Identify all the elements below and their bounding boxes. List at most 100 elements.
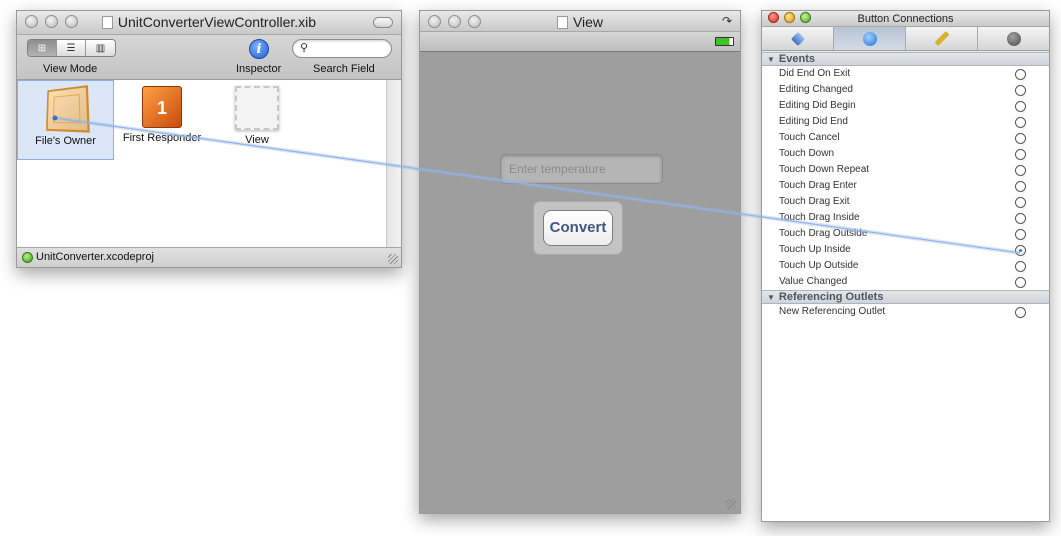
- connection-row[interactable]: Touch Down: [762, 146, 1049, 162]
- object-label: View: [245, 134, 269, 146]
- connection-label: Touch Down Repeat: [779, 164, 870, 175]
- connection-label: Touch Drag Exit: [779, 196, 850, 207]
- tab-attributes[interactable]: [762, 27, 834, 50]
- identity-icon: [1006, 31, 1021, 46]
- connection-label: Value Changed: [779, 276, 848, 287]
- connection-row[interactable]: Touch Drag Outside: [762, 226, 1049, 242]
- tab-connections[interactable]: [834, 27, 906, 50]
- connection-row[interactable]: Touch Up Outside: [762, 258, 1049, 274]
- vertical-scrollbar[interactable]: [386, 80, 401, 247]
- connection-circle-icon[interactable]: [1015, 117, 1026, 128]
- attributes-icon: [790, 31, 805, 46]
- connection-row[interactable]: Touch Down Repeat: [762, 162, 1049, 178]
- connection-circle-icon[interactable]: [1015, 69, 1026, 80]
- view-titlebar: View ↷: [420, 11, 740, 32]
- events-list: Did End On Exit Editing Changed Editing Di…: [762, 66, 1049, 290]
- connection-row[interactable]: Value Changed: [762, 274, 1049, 290]
- first-responder-icon: 1: [142, 86, 182, 128]
- connection-row[interactable]: Touch Drag Inside: [762, 210, 1049, 226]
- connection-circle-icon[interactable]: [1015, 133, 1026, 144]
- search-field-label: Search Field: [313, 63, 375, 75]
- convert-button[interactable]: Convert: [543, 210, 613, 246]
- connection-label: Touch Drag Outside: [779, 228, 868, 239]
- connection-circle-icon[interactable]: [1015, 229, 1026, 240]
- connection-label: Touch Drag Inside: [779, 212, 860, 223]
- connection-circle-icon[interactable]: [1015, 85, 1026, 96]
- view-file-icon: [556, 16, 568, 29]
- connections-list: ▼ Events Did End On Exit Editing Changed Ed…: [762, 52, 1049, 521]
- connection-label: Did End On Exit: [779, 68, 851, 79]
- files-owner-object[interactable]: File's Owner: [17, 80, 114, 160]
- project-status-icon: [22, 252, 33, 263]
- connection-circle-icon[interactable]: [1015, 261, 1026, 272]
- tab-size[interactable]: [906, 27, 978, 50]
- view-mode-label: View Mode: [43, 63, 98, 75]
- resize-grip-icon[interactable]: [388, 254, 398, 264]
- connection-row[interactable]: Touch Cancel: [762, 130, 1049, 146]
- view-title: View: [572, 14, 604, 30]
- connection-circle-icon[interactable]: [1015, 245, 1026, 256]
- connection-label: Touch Up Outside: [779, 260, 859, 271]
- text-field-placeholder: Enter temperature: [509, 162, 606, 176]
- document-toolbar: ⊞ ☰ ▥ View Mode i Inspector ⚲ Search Fie…: [17, 35, 401, 80]
- connection-row[interactable]: Did End On Exit: [762, 66, 1049, 82]
- project-name: UnitConverter.xcodeproj: [36, 251, 155, 263]
- connection-circle-icon[interactable]: [1015, 307, 1026, 318]
- view-mode-control[interactable]: ⊞ ☰ ▥: [27, 39, 116, 57]
- search-input[interactable]: ⚲: [292, 39, 392, 58]
- connection-label: Editing Did Begin: [779, 100, 856, 111]
- connection-row[interactable]: New Referencing Outlet: [762, 304, 1049, 320]
- inspector-title: Button Connections: [857, 13, 954, 25]
- connection-row[interactable]: Touch Up Inside: [762, 242, 1049, 258]
- connection-row[interactable]: Editing Did Begin: [762, 98, 1049, 114]
- connection-label: Editing Changed: [779, 84, 853, 95]
- outlets-section-header[interactable]: ▼ Referencing Outlets: [762, 290, 1049, 304]
- connection-circle-icon[interactable]: [1015, 181, 1026, 192]
- connection-row[interactable]: Touch Drag Enter: [762, 178, 1049, 194]
- size-icon: [934, 31, 949, 46]
- connection-label: Editing Did End: [779, 116, 848, 127]
- temperature-text-field[interactable]: Enter temperature: [500, 154, 663, 184]
- tab-identity[interactable]: [978, 27, 1049, 50]
- icon-view-icon[interactable]: ⊞: [28, 40, 57, 56]
- connection-circle-icon[interactable]: [1015, 101, 1026, 112]
- events-section-header[interactable]: ▼ Events: [762, 52, 1049, 66]
- object-label: First Responder: [122, 132, 202, 144]
- connection-circle-icon[interactable]: [1015, 165, 1026, 176]
- resize-grip-icon[interactable]: [726, 499, 736, 509]
- view-window: View ↷ Enter temperature Convert: [419, 10, 741, 514]
- inspector-button[interactable]: i: [249, 39, 269, 59]
- inspector-tabs: [762, 27, 1049, 51]
- document-title: UnitConverterViewController.xib: [117, 14, 317, 30]
- rotate-icon[interactable]: ↷: [722, 14, 732, 28]
- connection-label: Touch Up Inside: [779, 244, 851, 255]
- connection-circle-icon[interactable]: [1015, 213, 1026, 224]
- object-label: File's Owner: [35, 135, 96, 147]
- cube-icon: [45, 85, 90, 133]
- view-icon: [235, 86, 279, 130]
- simulated-status-bar: [420, 32, 740, 52]
- first-responder-object[interactable]: 1 First Responder: [117, 80, 207, 160]
- button-selection-frame: Convert: [533, 201, 623, 255]
- disclosure-triangle-icon[interactable]: ▼: [767, 55, 775, 64]
- object-area: File's Owner 1 First Responder View: [17, 80, 401, 247]
- document-window: UnitConverterViewController.xib ⊞ ☰ ▥ Vi…: [16, 10, 402, 268]
- connection-circle-icon[interactable]: [1015, 277, 1026, 288]
- view-object[interactable]: View: [227, 80, 287, 160]
- connection-label: Touch Drag Enter: [779, 180, 857, 191]
- connection-circle-icon[interactable]: [1015, 149, 1026, 160]
- connection-row[interactable]: Editing Did End: [762, 114, 1049, 130]
- toolbar-toggle-button[interactable]: [373, 17, 393, 28]
- info-icon: i: [256, 41, 262, 57]
- column-view-icon[interactable]: ▥: [86, 40, 115, 56]
- connection-circle-icon[interactable]: [1015, 197, 1026, 208]
- connection-row[interactable]: Touch Drag Exit: [762, 194, 1049, 210]
- search-icon: ⚲: [300, 42, 309, 54]
- connection-label: Touch Down: [779, 148, 835, 159]
- connection-row[interactable]: Editing Changed: [762, 82, 1049, 98]
- list-view-icon[interactable]: ☰: [57, 40, 86, 56]
- disclosure-triangle-icon[interactable]: ▼: [767, 293, 775, 302]
- battery-icon: [715, 37, 734, 46]
- outlets-list: New Referencing Outlet: [762, 304, 1049, 320]
- xib-file-icon: [101, 16, 113, 29]
